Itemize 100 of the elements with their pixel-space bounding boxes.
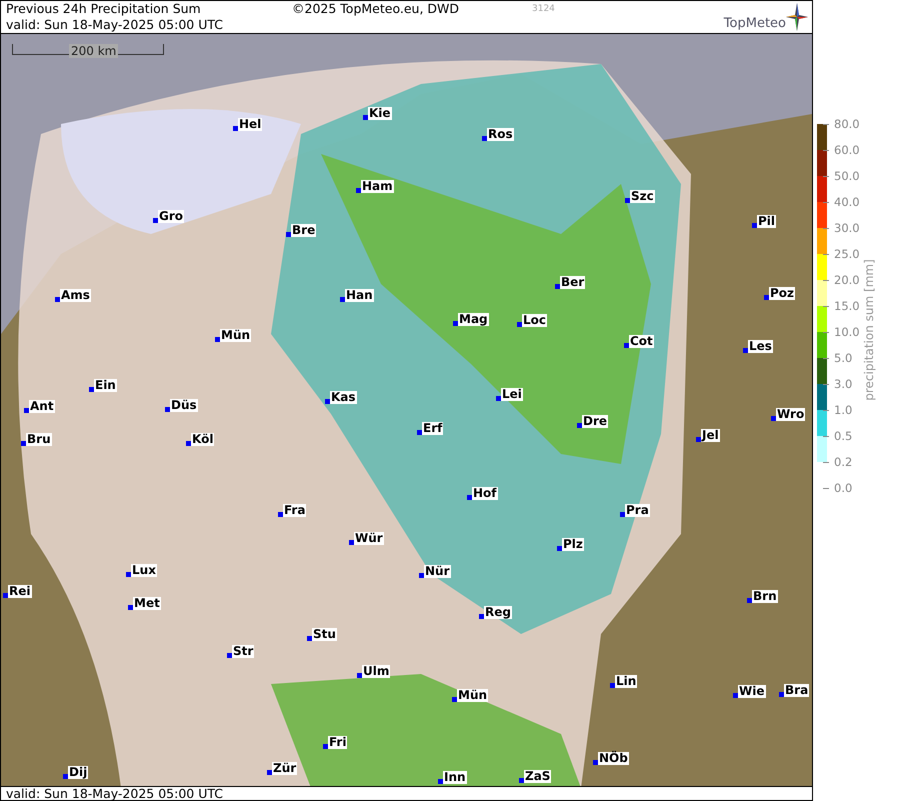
- city-label: Zür: [272, 762, 298, 775]
- city-label: Brn: [752, 590, 778, 603]
- map-title: Previous 24h Precipitation Sum: [6, 1, 202, 17]
- city-label: Han: [345, 289, 374, 302]
- city-label: Kie: [368, 107, 392, 120]
- legend-value: 0.0: [834, 481, 852, 495]
- city-label: Szc: [630, 190, 655, 203]
- legend-value: 0.5: [834, 429, 852, 443]
- city-marker-icon: [696, 437, 701, 442]
- city-marker-icon: [363, 115, 368, 120]
- city-label: Jel: [701, 429, 720, 442]
- city-label: Fri: [328, 736, 348, 749]
- city-marker-icon: [55, 297, 60, 302]
- city-label: Dre: [582, 415, 608, 428]
- city-marker-icon: [340, 297, 345, 302]
- city-label: Lei: [501, 388, 523, 401]
- city-marker-icon: [733, 693, 738, 698]
- city-label: Plz: [562, 538, 584, 551]
- city-marker-icon: [63, 774, 68, 779]
- logo-text: TopMeteo: [724, 16, 786, 31]
- city-marker-icon: [482, 136, 487, 141]
- legend-value: 5.0: [834, 351, 852, 365]
- city-label: Lin: [615, 675, 638, 688]
- city-marker-icon: [419, 573, 424, 578]
- city-marker-icon: [215, 337, 220, 342]
- city-marker-icon: [233, 126, 238, 131]
- city-label: Mün: [457, 689, 488, 702]
- city-label: Hof: [472, 487, 498, 500]
- legend-value: 25.0: [834, 247, 860, 261]
- city-marker-icon: [267, 770, 272, 775]
- copyright-text: ©2025 TopMeteo.eu, DWD: [291, 1, 460, 18]
- city-marker-icon: [307, 636, 312, 641]
- city-label: Fra: [283, 504, 306, 517]
- city-label: Wie: [738, 685, 766, 698]
- city-label: Inn: [443, 771, 467, 784]
- city-label: Hel: [238, 118, 262, 131]
- city-label: Ros: [487, 128, 514, 141]
- legend-value: 20.0: [834, 273, 860, 287]
- city-label: Wro: [776, 408, 806, 421]
- city-label: Reg: [484, 606, 512, 619]
- city-label: Poz: [769, 287, 796, 300]
- city-marker-icon: [349, 540, 354, 545]
- city-marker-icon: [24, 408, 29, 413]
- city-marker-icon: [593, 760, 598, 765]
- city-marker-icon: [89, 387, 94, 392]
- city-label: Pil: [757, 215, 776, 228]
- city-marker-icon: [752, 223, 757, 228]
- city-marker-icon: [153, 218, 158, 223]
- city-marker-icon: [357, 673, 362, 678]
- city-marker-icon: [128, 605, 133, 610]
- legend-value: 40.0: [834, 195, 860, 209]
- city-marker-icon: [227, 653, 232, 658]
- city-label: Bru: [26, 433, 52, 446]
- legend-value: 15.0: [834, 299, 860, 313]
- valid-time: valid: Sun 18-May-2025 05:00 UTC: [6, 786, 223, 801]
- city-label: Str: [232, 645, 254, 658]
- city-label: Ber: [560, 276, 586, 289]
- city-label: NÖb: [598, 752, 629, 765]
- legend-value: 60.0: [834, 143, 860, 157]
- city-marker-icon: [438, 779, 443, 784]
- city-label: Nür: [424, 565, 451, 578]
- city-marker-icon: [323, 744, 328, 749]
- city-marker-icon: [519, 778, 524, 783]
- city-label: Ulm: [362, 665, 390, 678]
- city-label: Düs: [170, 399, 198, 412]
- city-marker-icon: [21, 441, 26, 446]
- legend-value: 80.0: [834, 117, 860, 131]
- city-label: ZaS: [524, 770, 552, 783]
- city-marker-icon: [467, 495, 472, 500]
- city-label: Les: [748, 340, 773, 353]
- city-marker-icon: [496, 396, 501, 401]
- map-code: 3124: [532, 3, 556, 16]
- city-label: Mün: [220, 329, 252, 342]
- city-marker-icon: [286, 232, 291, 237]
- city-label: Mag: [458, 313, 489, 326]
- city-marker-icon: [779, 692, 784, 697]
- city-marker-icon: [771, 416, 776, 421]
- city-label: Wür: [354, 532, 384, 545]
- city-marker-icon: [325, 399, 330, 404]
- legend-value: 1.0: [834, 403, 852, 417]
- city-label: Bre: [291, 224, 316, 237]
- legend-value: 10.0: [834, 325, 860, 339]
- city-label: Rei: [8, 585, 32, 598]
- city-label: Ein: [94, 379, 117, 392]
- city-label: Loc: [522, 314, 548, 327]
- city-marker-icon: [577, 423, 582, 428]
- scale-label: 200 km: [69, 44, 118, 58]
- city-marker-icon: [453, 321, 458, 326]
- city-marker-icon: [517, 322, 522, 327]
- city-marker-icon: [186, 441, 191, 446]
- city-label: Erf: [422, 422, 444, 435]
- legend-value: 0.2: [834, 455, 852, 469]
- legend-value: 3.0: [834, 377, 852, 391]
- city-marker-icon: [624, 343, 629, 348]
- city-marker-icon: [3, 593, 8, 598]
- valid-time: valid: Sun 18-May-2025 05:00 UTC: [6, 17, 224, 33]
- city-marker-icon: [557, 546, 562, 551]
- city-marker-icon: [610, 683, 615, 688]
- city-label: Kas: [330, 391, 357, 404]
- city-marker-icon: [764, 295, 769, 300]
